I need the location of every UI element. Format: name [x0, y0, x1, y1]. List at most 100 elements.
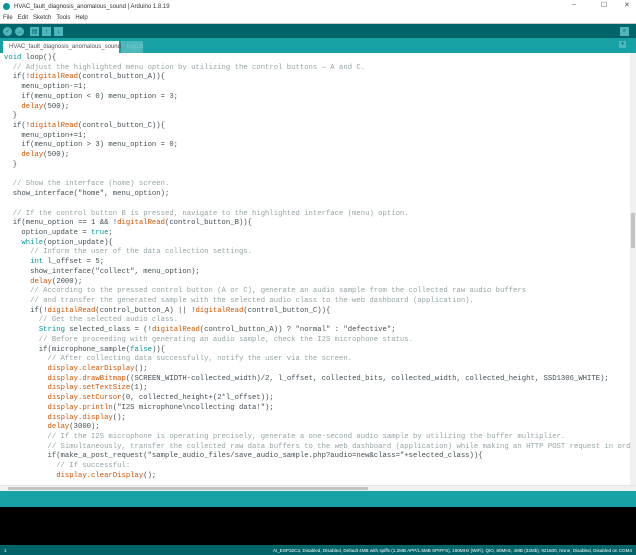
code-token: // and transfer the generated sample wit…: [4, 296, 474, 305]
menu-bar: File Edit Sketch Tools Help: [0, 13, 636, 23]
code-token: delay: [21, 102, 44, 111]
code-token: (control_button_C)){: [243, 306, 331, 315]
code-token: // After collecting data successfully, n…: [4, 355, 353, 364]
tab-menu-button[interactable]: ▾: [619, 41, 626, 48]
code-line: if(microphone_sample(false)){: [4, 346, 636, 356]
code-editor[interactable]: void loop(){ // Adjust the highlighted m…: [0, 53, 636, 485]
code-line: delay(500);: [4, 103, 636, 113]
code-token: ();: [134, 365, 148, 373]
code-line: display.setTextSize(1);: [4, 384, 636, 394]
code-token: if(menu_option == 1 && !: [4, 219, 118, 228]
code-line: delay(3000);: [4, 423, 636, 433]
tab-secondary[interactable]: logo.h: [121, 41, 143, 53]
code-line: // After collecting data successfully, n…: [4, 355, 636, 365]
code-line: show_interface("collect", menu_option);: [4, 268, 636, 278]
code-line: display.clearDisplay();: [4, 472, 636, 482]
code-token: (control_button_C)){: [77, 122, 165, 131]
code-token: (option_update){: [43, 238, 113, 247]
menu-file[interactable]: File: [3, 15, 13, 21]
code-line: delay(2000);: [4, 278, 636, 288]
status-bar: 1 AI_ESP32C3, Disabled, Disabled, Defaul…: [0, 545, 636, 555]
code-token: // According to the pressed control butt…: [4, 287, 527, 296]
verify-button[interactable]: ✓: [3, 27, 12, 36]
menu-tools[interactable]: Tools: [56, 15, 70, 21]
console-divider[interactable]: [0, 491, 636, 507]
code-token: (2000);: [51, 277, 83, 286]
code-token: // Show the interface (home) screen.: [4, 180, 170, 189]
code-line: display.clearDisplay();: [4, 365, 636, 375]
code-line: delay(500);: [4, 151, 636, 161]
line-number: 1: [4, 547, 7, 553]
maximize-button[interactable]: ☐: [601, 1, 607, 9]
board-info: AI_ESP32C3, Disabled, Disabled, Default …: [272, 547, 632, 553]
open-button[interactable]: ↑: [42, 27, 51, 36]
code-token: ();: [143, 471, 157, 480]
code-line: // Inform the user of the data collectio…: [4, 248, 636, 258]
code-token: // Inform the user of the data collectio…: [4, 248, 252, 257]
code-token: delay: [30, 277, 52, 286]
code-token: digitalRead: [151, 326, 200, 335]
code-token: // Before proceeding with generating an …: [4, 335, 413, 344]
code-token: void: [4, 54, 22, 62]
vertical-scroll-thumb[interactable]: [631, 213, 635, 248]
menu-sketch[interactable]: Sketch: [33, 15, 51, 21]
code-token: display.setCursor: [47, 394, 122, 403]
code-line: if(menu_option == 1 && !digitalRead(cont…: [4, 219, 636, 229]
horizontal-scroll-thumb[interactable]: [8, 487, 368, 490]
minimize-button[interactable]: –: [572, 1, 576, 8]
code-token: while: [21, 238, 44, 247]
toolbar: ✓ → ▤ ↑ ↓ ⌕: [0, 23, 636, 38]
code-token: if(!: [4, 73, 31, 82]
vertical-scrollbar[interactable]: [630, 53, 636, 485]
code-line: if(!digitalRead(control_button_C)){: [4, 122, 636, 132]
code-token: }: [4, 160, 18, 169]
code-token: menu_option-=1;: [4, 83, 87, 92]
tab-main-sketch[interactable]: HVAC_fault_diagnosis_anomalous_sound: [3, 41, 121, 53]
code-token: show_interface("collect", menu_option);: [4, 267, 200, 276]
close-button[interactable]: ✕: [624, 1, 630, 9]
menu-help[interactable]: Help: [75, 15, 87, 21]
code-token: (control_button_A) || !: [95, 306, 196, 315]
code-token: if(microphone_sample(: [4, 345, 131, 354]
code-token: (500);: [43, 151, 70, 160]
code-token: display.println: [47, 403, 113, 412]
code-token: (control_button_A)){: [77, 73, 165, 82]
menu-edit[interactable]: Edit: [18, 15, 28, 21]
code-token: false: [130, 345, 152, 354]
code-line: if(!digitalRead(control_button_A) || !di…: [4, 307, 636, 317]
code-token: int: [30, 258, 44, 267]
window-title: HVAC_fault_diagnosis_anomalous_sound | A…: [14, 3, 170, 10]
code-line: }: [4, 161, 636, 171]
title-bar: HVAC_fault_diagnosis_anomalous_sound | A…: [0, 0, 636, 13]
code-token: true: [91, 228, 109, 237]
code-line: // and transfer the generated sample wit…: [4, 297, 636, 307]
code-token: (3000);: [69, 423, 100, 432]
code-token: }: [4, 112, 18, 121]
new-button[interactable]: ▤: [30, 27, 39, 36]
code-token: // If the control button B is pressed, n…: [4, 209, 409, 218]
upload-button[interactable]: →: [15, 27, 24, 36]
code-token: ;: [108, 228, 113, 237]
code-token: String: [38, 326, 65, 335]
code-token: digitalRead: [30, 73, 78, 82]
code-token: digitalRead: [117, 219, 165, 228]
code-line: display.drawBitmap((SCREEN_WIDTH-collect…: [4, 375, 636, 385]
code-line: display.println("I2S microphone\ncollect…: [4, 404, 636, 414]
code-lines: void loop(){ // Adjust the highlighted m…: [4, 54, 636, 482]
code-line: // Get the selected audio class.: [4, 316, 636, 326]
code-line: if(!digitalRead(control_button_A)){: [4, 73, 636, 83]
code-line: // If the control button B is pressed, n…: [4, 210, 636, 220]
save-button[interactable]: ↓: [54, 27, 63, 36]
code-token: )){: [151, 345, 165, 354]
code-token: delay: [21, 151, 44, 160]
serial-monitor-button[interactable]: ⌕: [620, 27, 629, 36]
code-token: if(!: [4, 306, 48, 315]
code-token: (control_button_A)) ? "normal" : "defect…: [199, 326, 396, 335]
